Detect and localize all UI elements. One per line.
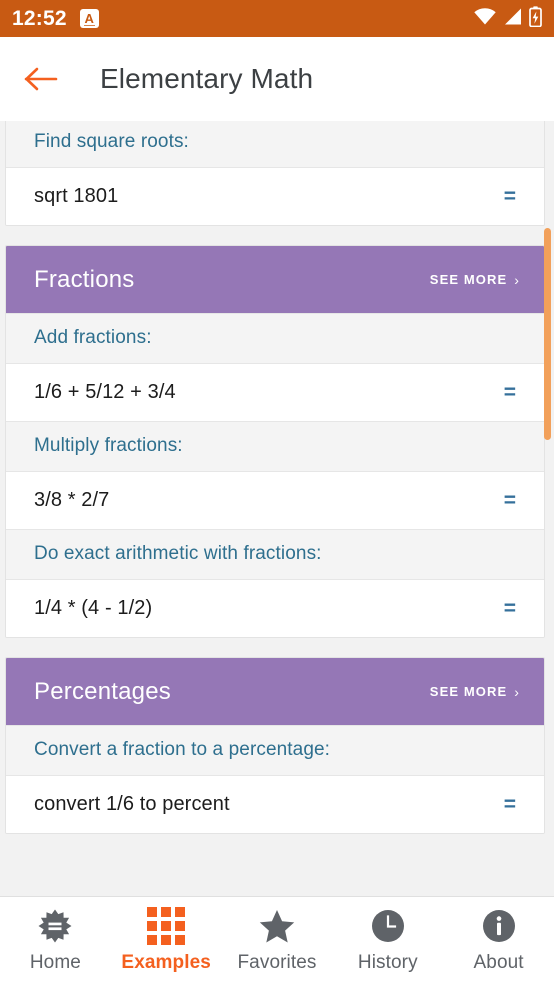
clock-icon	[371, 907, 405, 945]
bottom-navigation-bar: Home Examples Favorites History About	[0, 896, 554, 984]
example-card-percentages: Percentages SEE MORE › Convert a fractio…	[5, 657, 545, 834]
star-icon	[259, 907, 295, 945]
example-row[interactable]: convert 1/6 to percent =	[6, 776, 544, 833]
chevron-right-icon: ›	[514, 683, 520, 700]
cellular-signal-icon	[503, 8, 522, 30]
see-more-link-percentages[interactable]: SEE MORE ›	[430, 684, 520, 700]
example-label: Find square roots:	[6, 121, 544, 168]
status-bar-left: 12:52 A	[12, 8, 99, 29]
nav-item-history[interactable]: History	[332, 897, 443, 984]
example-row[interactable]: 1/4 * (4 - 1/2) =	[6, 580, 544, 637]
battery-charging-icon	[529, 5, 542, 32]
example-query: 3/8 * 2/7	[34, 489, 110, 511]
example-label: Do exact arithmetic with fractions:	[6, 529, 544, 580]
back-arrow-icon[interactable]	[22, 60, 60, 98]
nav-label: Favorites	[237, 952, 317, 973]
section-title: Fractions	[34, 265, 135, 293]
equals-icon: =	[503, 597, 516, 620]
app-bar: Elementary Math	[0, 37, 554, 121]
vertical-scrollbar[interactable]	[544, 228, 551, 440]
nav-item-examples[interactable]: Examples	[111, 897, 222, 984]
nav-label: About	[473, 952, 524, 973]
examples-list: Find square roots: sqrt 1801 = Fractions…	[0, 121, 554, 853]
equals-button[interactable]: =	[504, 186, 516, 207]
status-bar: 12:52 A	[0, 0, 554, 37]
chevron-right-icon: ›	[514, 271, 520, 288]
equals-icon: =	[503, 793, 516, 816]
example-row[interactable]: sqrt 1801 =	[6, 168, 544, 225]
section-title: Percentages	[34, 677, 171, 705]
example-label: Add fractions:	[6, 313, 544, 364]
equals-icon: =	[503, 489, 516, 512]
nav-label: Home	[29, 952, 81, 973]
see-more-link-fractions[interactable]: SEE MORE ›	[430, 272, 520, 288]
example-row[interactable]: 1/6 + 5/12 + 3/4 =	[6, 364, 544, 421]
see-more-label: SEE MORE	[429, 684, 508, 699]
section-header-percentages[interactable]: Percentages SEE MORE ›	[6, 658, 544, 725]
nav-label: History	[357, 952, 418, 973]
page-title: Elementary Math	[100, 63, 314, 94]
example-card-fractions: Fractions SEE MORE › Add fractions: 1/6 …	[5, 245, 545, 638]
equals-button[interactable]: =	[504, 794, 516, 815]
example-label: Convert a fraction to a percentage:	[6, 725, 544, 776]
wolfram-alpha-notification-icon: A	[79, 9, 99, 28]
equals-button[interactable]: =	[504, 490, 516, 511]
example-query: convert 1/6 to percent	[34, 793, 230, 815]
equals-button[interactable]: =	[504, 382, 516, 403]
example-query: 1/6 + 5/12 + 3/4	[34, 381, 176, 403]
example-row[interactable]: 3/8 * 2/7 =	[6, 472, 544, 529]
examples-scroll-area[interactable]: Find square roots: sqrt 1801 = Fractions…	[0, 121, 554, 896]
nav-label: Examples	[121, 952, 211, 973]
example-label: Multiply fractions:	[6, 421, 544, 472]
notification-letter: A	[84, 11, 94, 26]
nav-item-about[interactable]: About	[443, 897, 554, 984]
wolfram-starburst-icon	[37, 907, 73, 945]
nav-item-favorites[interactable]: Favorites	[222, 897, 333, 984]
status-time: 12:52	[12, 7, 67, 30]
status-bar-right	[474, 5, 542, 32]
see-more-label: SEE MORE	[429, 272, 508, 287]
equals-icon: =	[503, 381, 516, 404]
app-screen: 12:52 A Elementary Math Find square root…	[0, 0, 554, 984]
nav-item-home[interactable]: Home	[0, 897, 111, 984]
equals-icon: =	[503, 185, 516, 208]
example-card-clipped: Find square roots: sqrt 1801 =	[5, 121, 545, 226]
example-query: sqrt 1801	[34, 185, 119, 207]
section-header-fractions[interactable]: Fractions SEE MORE ›	[6, 246, 544, 313]
info-circle-icon	[482, 907, 516, 945]
equals-button[interactable]: =	[504, 598, 516, 619]
grid-icon	[147, 907, 186, 945]
example-query: 1/4 * (4 - 1/2)	[34, 597, 153, 619]
wifi-icon	[474, 7, 496, 30]
